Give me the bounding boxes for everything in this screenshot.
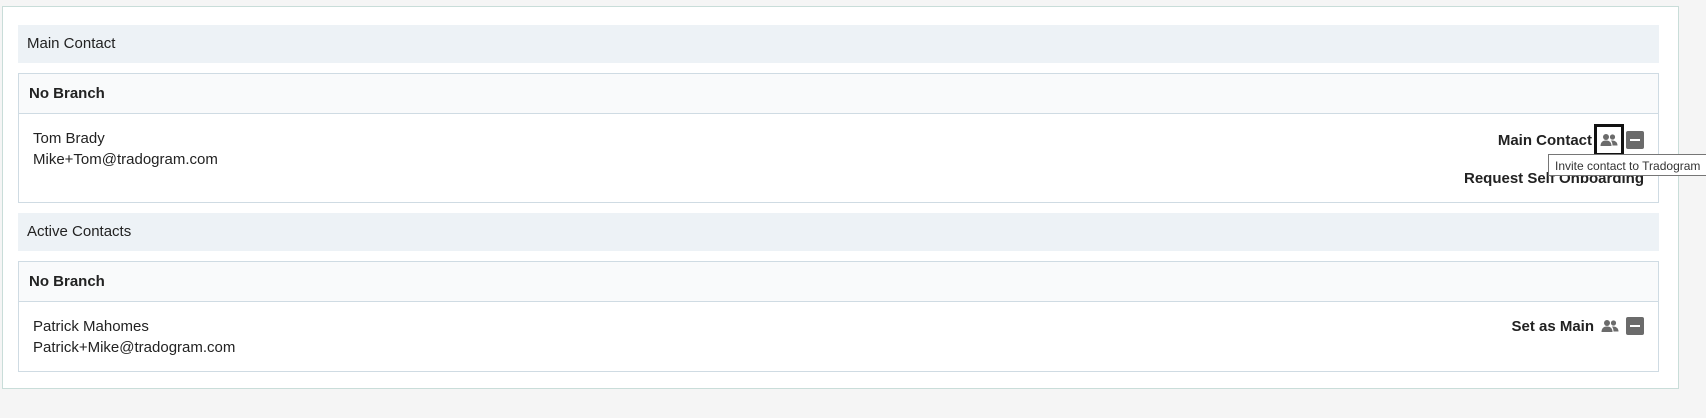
people-icon[interactable] [1600,316,1620,336]
contact-email: Mike+Tom@tradogram.com [33,151,218,168]
contact-name: Patrick Mahomes [33,318,149,335]
main-contact-header-title: Main Contact [27,35,116,52]
contact-actions: Set as Main [1511,316,1644,336]
active-contacts-branch: No Branch Patrick Mahomes Patrick+Mike@t… [18,261,1659,372]
branch-title: No Branch [19,262,1658,302]
active-contacts-header: Active Contacts [18,213,1659,251]
contact-name: Tom Brady [33,130,105,147]
active-contacts-header-title: Active Contacts [27,223,132,240]
contact-info: Patrick Mahomes Patrick+Mike@tradogram.c… [33,316,235,358]
remove-contact-icon[interactable] [1626,317,1644,335]
main-contact-header: Main Contact [18,25,1659,63]
contact-info: Tom Brady Mike+Tom@tradogram.com [33,128,218,170]
contact-email: Patrick+Mike@tradogram.com [33,339,236,356]
invite-tooltip: Invite contact to Tradogram [1548,154,1706,176]
remove-contact-icon[interactable] [1626,131,1644,149]
people-icon[interactable] [1594,124,1624,156]
set-as-main-button[interactable]: Set as Main [1511,318,1594,335]
contact-actions: Main Contact [1497,124,1644,156]
branch-title: No Branch [19,74,1658,114]
main-contact-label: Main Contact [1497,131,1592,149]
main-contact-branch: No Branch Tom Brady Mike+Tom@tradogram.c… [18,73,1659,203]
